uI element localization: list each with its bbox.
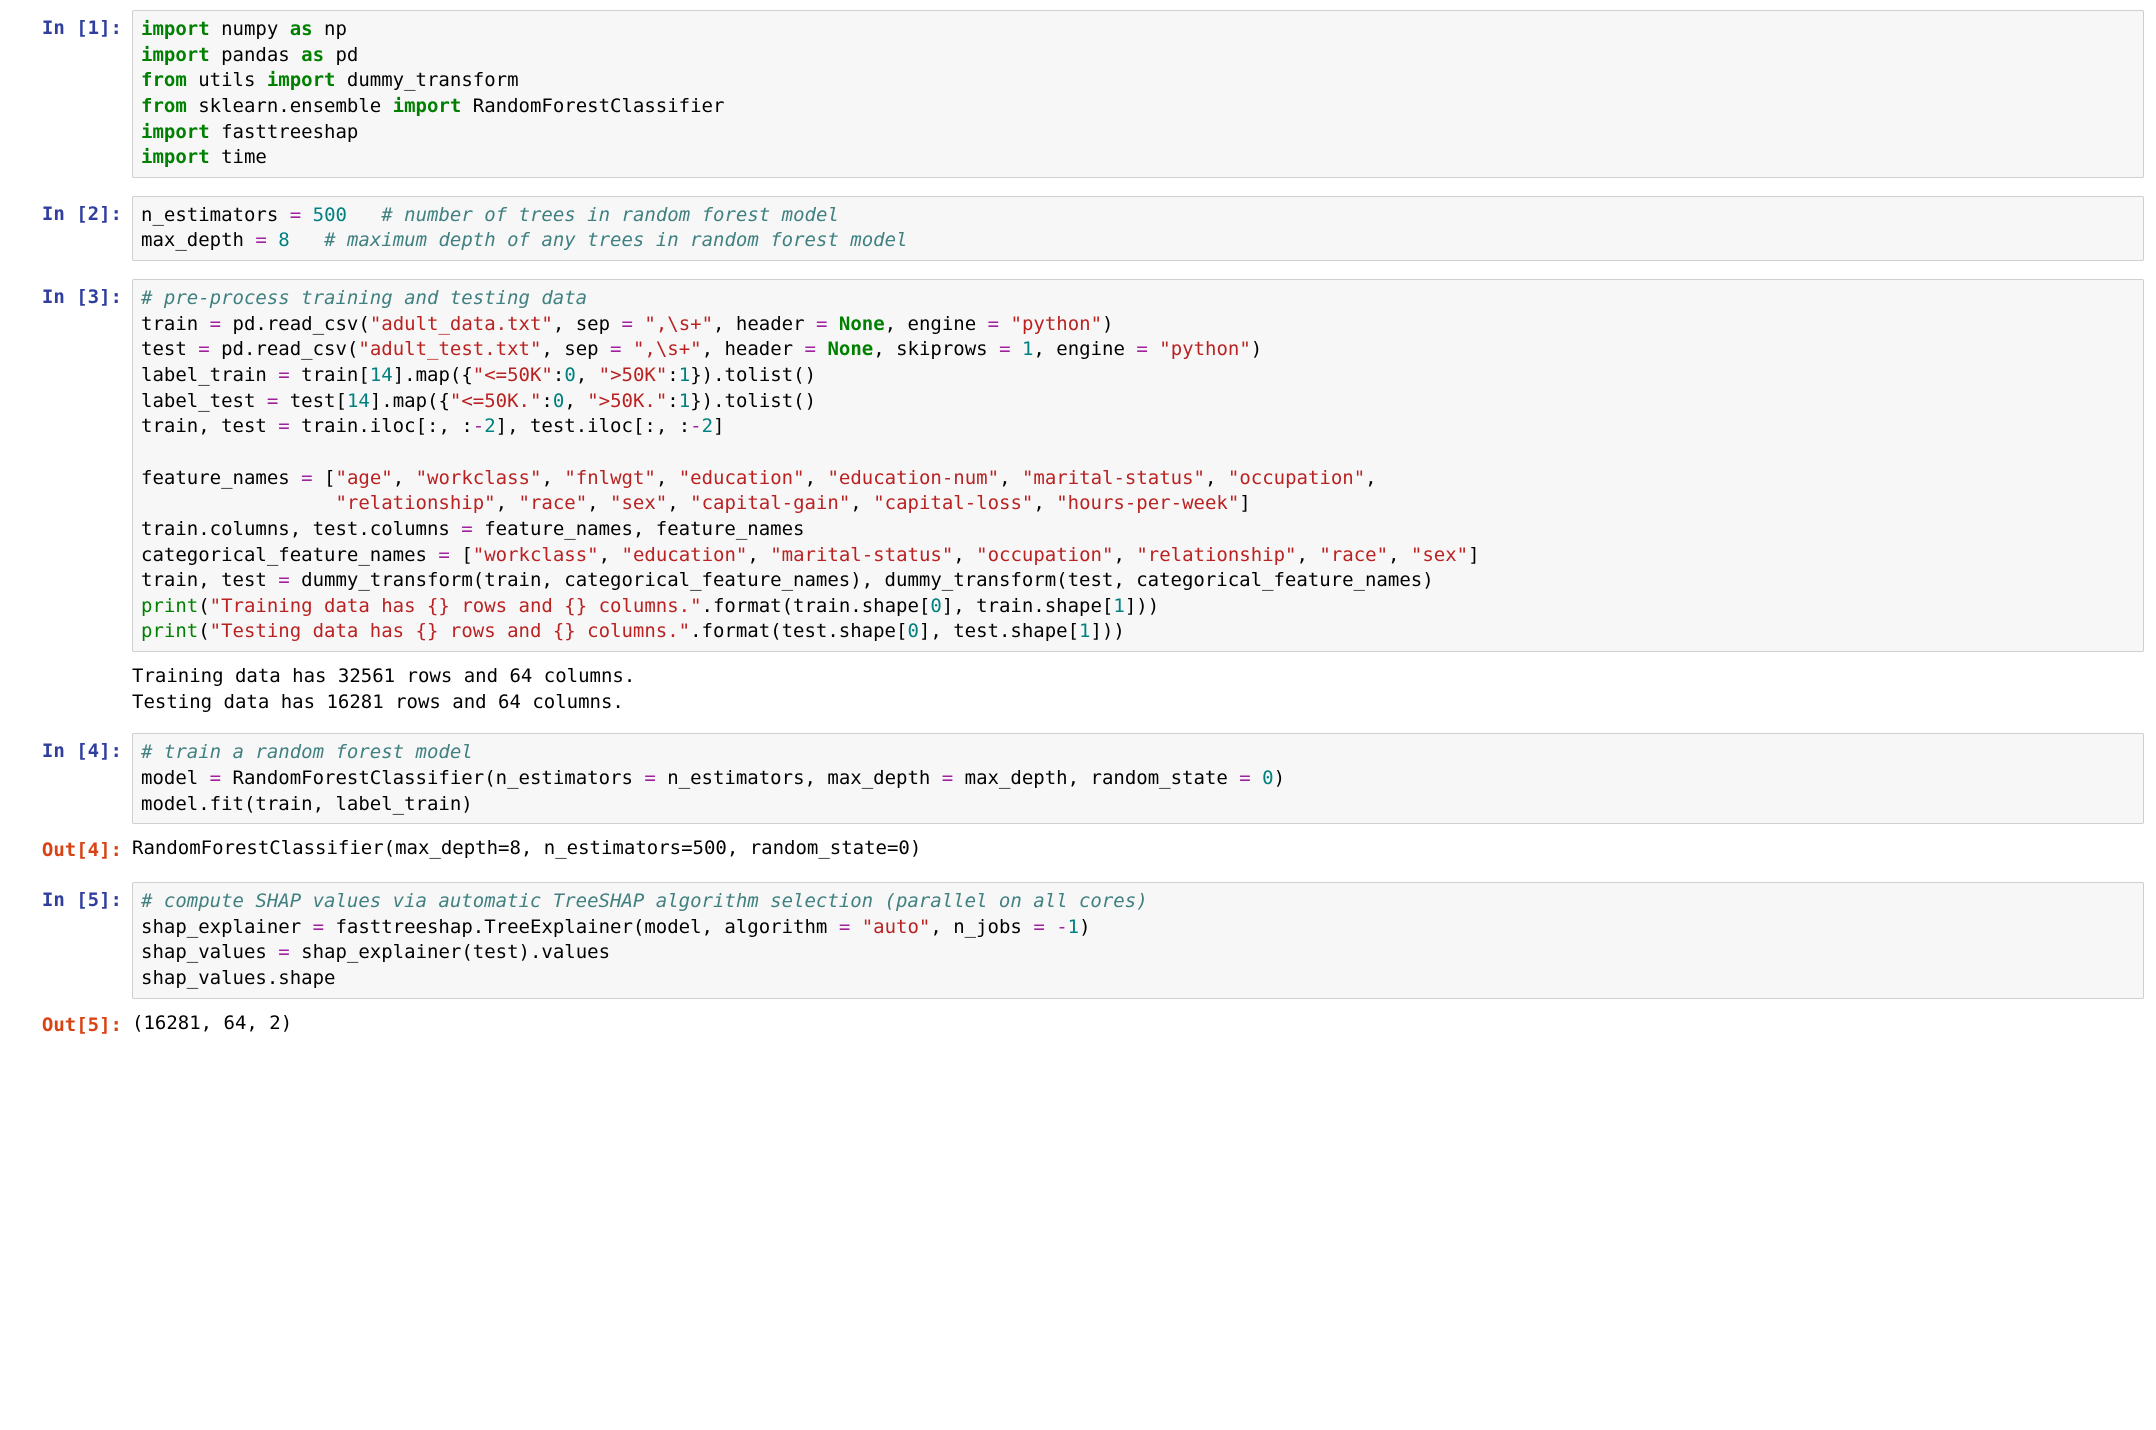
cell-4-input: In [4]: # train a random forest model mo… xyxy=(12,733,2144,824)
code-input-area[interactable]: # pre-process training and testing data … xyxy=(132,279,2144,652)
prompt-in-4: In [4]: xyxy=(12,733,132,765)
prompt-in-5: In [5]: xyxy=(12,882,132,914)
cell-5-input: In [5]: # compute SHAP values via automa… xyxy=(12,882,2144,999)
output-content: (16281, 64, 2) xyxy=(132,1011,2144,1037)
cell-3-stdout: Training data has 32561 rows and 64 colu… xyxy=(12,660,2144,715)
cell-body: import numpy as np import pandas as pd f… xyxy=(132,10,2144,178)
prompt-in-2: In [2]: xyxy=(12,196,132,228)
code-input-area[interactable]: # train a random forest model model = Ra… xyxy=(132,733,2144,824)
cell-4-output: Out[4]: RandomForestClassifier(max_depth… xyxy=(12,832,2144,864)
cell-1-input: In [1]: import numpy as np import pandas… xyxy=(12,10,2144,178)
code-content: # compute SHAP values via automatic Tree… xyxy=(141,889,2135,992)
code-input-area[interactable]: import numpy as np import pandas as pd f… xyxy=(132,10,2144,178)
code-content: # train a random forest model model = Ra… xyxy=(141,740,2135,817)
cell-body: n_estimators = 500 # number of trees in … xyxy=(132,196,2144,261)
code-input-area[interactable]: # compute SHAP values via automatic Tree… xyxy=(132,882,2144,999)
cell-body: # train a random forest model model = Ra… xyxy=(132,733,2144,824)
stdout-content: Training data has 32561 rows and 64 colu… xyxy=(132,664,2144,715)
prompt-out-4: Out[4]: xyxy=(12,832,132,864)
prompt-in-1: In [1]: xyxy=(12,10,132,42)
cell-3-input: In [3]: # pre-process training and testi… xyxy=(12,279,2144,652)
prompt-in-3: In [3]: xyxy=(12,279,132,311)
code-content: import numpy as np import pandas as pd f… xyxy=(141,17,2135,171)
code-content: n_estimators = 500 # number of trees in … xyxy=(141,203,2135,254)
prompt-empty xyxy=(12,660,132,666)
cell-2-input: In [2]: n_estimators = 500 # number of t… xyxy=(12,196,2144,261)
cell-body: # compute SHAP values via automatic Tree… xyxy=(132,882,2144,999)
prompt-out-5: Out[5]: xyxy=(12,1007,132,1039)
output-area: RandomForestClassifier(max_depth=8, n_es… xyxy=(132,832,2144,862)
output-area: (16281, 64, 2) xyxy=(132,1007,2144,1037)
code-input-area[interactable]: n_estimators = 500 # number of trees in … xyxy=(132,196,2144,261)
cell-body: # pre-process training and testing data … xyxy=(132,279,2144,652)
output-content: RandomForestClassifier(max_depth=8, n_es… xyxy=(132,836,2144,862)
cell-5-output: Out[5]: (16281, 64, 2) xyxy=(12,1007,2144,1039)
stdout-area: Training data has 32561 rows and 64 colu… xyxy=(132,660,2144,715)
code-content: # pre-process training and testing data … xyxy=(141,286,2135,645)
